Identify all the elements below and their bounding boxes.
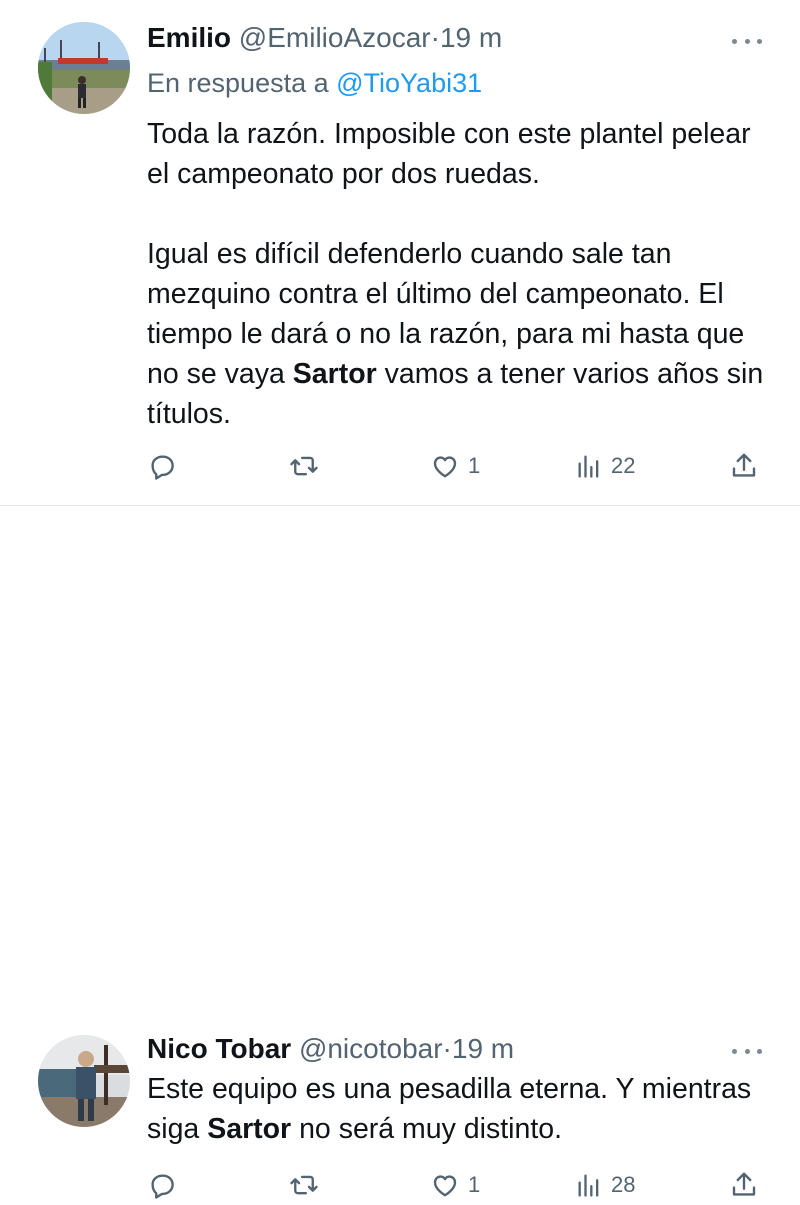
tweet-actions: 1 28 xyxy=(147,1165,767,1205)
bold-text: Sartor xyxy=(207,1113,292,1145)
tweet-actions: 1 22 xyxy=(147,446,767,486)
views-icon xyxy=(578,1174,599,1197)
avatar[interactable] xyxy=(38,22,130,114)
retweet-icon xyxy=(290,456,318,476)
retweet-button[interactable] xyxy=(288,1165,320,1205)
tweet-header: Emilio @EmilioAzocar·19 m xyxy=(147,20,502,56)
avatar-image xyxy=(38,22,130,114)
author-handle[interactable]: @nicotobar xyxy=(299,1033,443,1064)
tweet-paragraph: Toda la razón. Imposible con este plante… xyxy=(147,118,751,190)
reply-icon xyxy=(151,1174,174,1199)
more-options-icon[interactable] xyxy=(732,36,762,46)
separator-dot: · xyxy=(430,22,440,53)
share-icon xyxy=(732,453,756,477)
tweet-paragraph: Este equipo es una pesadilla eterna. Y m… xyxy=(147,1069,777,1149)
like-count: 1 xyxy=(468,1172,481,1197)
separator-dot: · xyxy=(442,1033,452,1064)
avatar[interactable] xyxy=(38,1035,130,1127)
reply-icon xyxy=(151,455,174,480)
timestamp[interactable]: 19 m xyxy=(440,22,502,53)
tweet-paragraph: Igual es difícil defenderlo cuando sale … xyxy=(147,234,777,434)
like-count: 1 xyxy=(468,453,481,478)
views-button[interactable]: 28 xyxy=(575,1165,635,1205)
tweet[interactable]: Nico Tobar @nicotobar·19 m Este equipo e… xyxy=(0,505,800,1199)
retweet-icon xyxy=(290,1175,318,1195)
author-name[interactable]: Nico Tobar xyxy=(147,1033,291,1064)
reply-context: En respuesta a @TioYabi31 xyxy=(147,66,482,100)
author-handle[interactable]: @EmilioAzocar xyxy=(239,22,431,53)
reply-button[interactable] xyxy=(147,446,177,486)
timestamp[interactable]: 19 m xyxy=(452,1033,514,1064)
tweet-text: Toda la razón. Imposible con este plante… xyxy=(147,114,777,434)
like-button[interactable]: 1 xyxy=(430,446,480,486)
reply-context-label: En respuesta a xyxy=(147,68,329,98)
share-icon xyxy=(732,1172,756,1196)
view-count: 28 xyxy=(611,1172,636,1197)
more-options-icon[interactable] xyxy=(732,1046,762,1056)
tweet[interactable]: Emilio @EmilioAzocar·19 m En respuesta a… xyxy=(0,0,800,505)
reply-button[interactable] xyxy=(147,1165,177,1205)
tweet-header: Nico Tobar @nicotobar·19 m xyxy=(147,1031,514,1067)
tweet-text: Este equipo es una pesadilla eterna. Y m… xyxy=(147,1069,777,1149)
retweet-button[interactable] xyxy=(288,446,320,486)
view-count: 22 xyxy=(611,453,636,478)
reply-mention-link[interactable]: @TioYabi31 xyxy=(336,68,482,98)
share-button[interactable] xyxy=(729,446,759,486)
avatar-image xyxy=(38,1035,130,1127)
like-icon xyxy=(433,456,457,478)
views-icon xyxy=(578,455,599,478)
text-segment: no será muy distinto. xyxy=(291,1113,563,1145)
views-button[interactable]: 22 xyxy=(575,446,635,486)
author-name[interactable]: Emilio xyxy=(147,22,231,53)
like-button[interactable]: 1 xyxy=(430,1165,480,1205)
bold-text: Sartor xyxy=(292,358,377,390)
like-icon xyxy=(433,1175,457,1197)
share-button[interactable] xyxy=(729,1165,759,1205)
